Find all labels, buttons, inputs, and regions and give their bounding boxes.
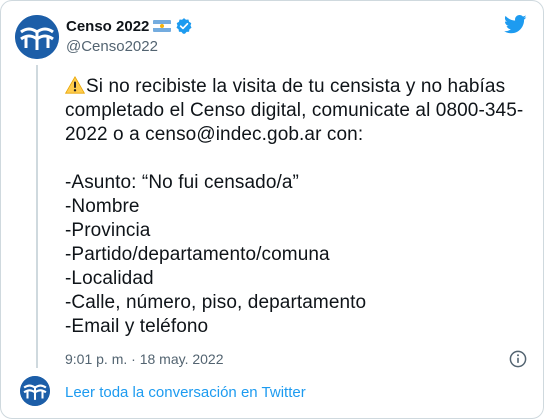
tweet-list-item: -Partido/departamento/comuna [65,244,330,265]
tweet-timestamp[interactable]: 9:01 p. m. · 18 may. 2022 [65,351,224,367]
tweet-embed-card: Censo 2022 @Censo2022 Si no recibiste la… [0,0,544,419]
tweet-text: Si no recibiste la visita de tu censista… [64,75,525,339]
tweet-intro-paragraph: Si no recibiste la visita de tu censista… [64,75,525,147]
verified-badge-icon [175,17,193,35]
author-name-row[interactable]: Censo 2022 [66,15,193,37]
tweet-meta-row: 9:01 p. m. · 18 may. 2022 [65,347,527,371]
author-handle[interactable]: @Censo2022 [66,38,158,55]
argentina-flag-icon [153,20,172,32]
warning-icon [64,75,86,94]
read-conversation-link[interactable]: Leer toda la conversación en Twitter [65,384,306,401]
thread-line [36,65,38,368]
tweet-list-item: -Email y teléfono [65,316,209,337]
censo-logo-icon[interactable] [15,15,59,59]
tweet-list-item: -Asunto: “No fui censado/a” [65,172,299,193]
tweet-intro-text: Si no recibiste la visita de tu censista… [65,76,524,145]
author-display-name[interactable]: Censo 2022 [66,18,149,35]
divider [1,373,543,374]
twitter-bird-icon[interactable] [504,15,527,34]
tweet-list-item: -Localidad [65,268,154,289]
tweet-list-item: -Provincia [65,220,151,241]
info-icon[interactable] [509,350,527,368]
tweet-list-item: -Nombre [65,196,140,217]
tweet-list-item: -Calle, número, piso, departamento [65,292,367,313]
censo-logo-icon[interactable] [20,376,50,406]
